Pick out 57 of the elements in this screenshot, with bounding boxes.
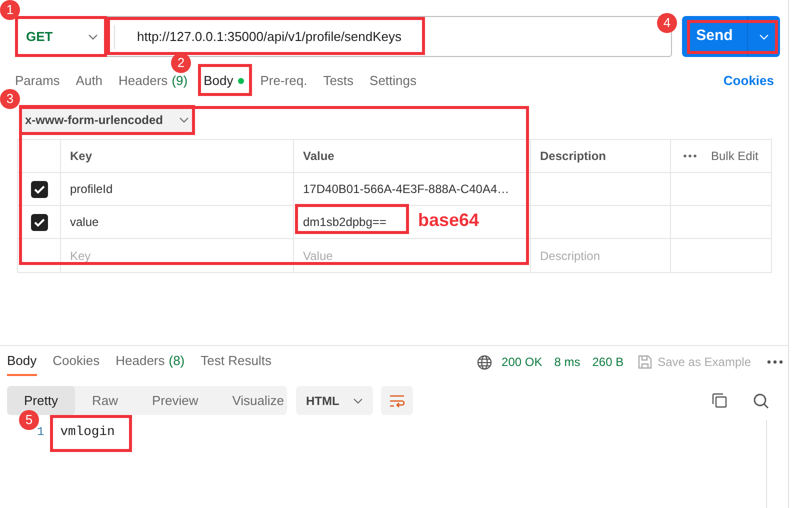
url-field[interactable]: http://127.0.0.1:35000/api/v1/profile/sendKeys: [115, 26, 402, 46]
format-dropdown[interactable]: HTML: [296, 386, 373, 415]
response-tab[interactable]: Body: [7, 348, 37, 376]
tab[interactable]: Params: [15, 71, 60, 91]
tab[interactable]: Body: [204, 71, 244, 91]
status-code: 200 OK: [502, 354, 542, 371]
check-icon: [34, 184, 44, 194]
bulk-edit-button[interactable]: Bulk Edit: [711, 147, 758, 165]
response-size: 260 B: [592, 354, 624, 371]
view-tab[interactable]: Raw: [74, 386, 135, 415]
highlight-frame: [198, 64, 252, 96]
line-number: 1: [37, 424, 44, 441]
chevron-down-icon: [759, 34, 769, 40]
step-number: 1: [0, 0, 20, 20]
tab[interactable]: Headers (9): [118, 71, 188, 91]
checkbox[interactable]: [30, 214, 48, 230]
chevron-down-icon: [88, 34, 98, 40]
copy-icon[interactable]: [712, 393, 727, 408]
table-cell-text: 17D40B01-566A-4E3F-888A-C40A4…: [303, 181, 510, 198]
wrap-lines-icon: [389, 394, 405, 408]
column-header: Description: [540, 148, 606, 165]
method-dropdown[interactable]: GET: [20, 20, 104, 53]
response-tab[interactable]: Test Results: [200, 348, 272, 376]
column-header: Value: [303, 148, 334, 165]
response-time: 8 ms: [554, 354, 580, 371]
response-tab[interactable]: Cookies: [52, 348, 100, 376]
save-icon: [638, 355, 652, 369]
table-cell-text: profileId: [70, 181, 113, 198]
tab[interactable]: Settings: [370, 71, 417, 91]
chevron-down-icon: [353, 398, 363, 404]
view-tab[interactable]: Pretty: [7, 386, 75, 415]
wrap-lines-button[interactable]: [381, 386, 413, 415]
chevron-down-icon: [179, 117, 189, 123]
tab[interactable]: Pre-req.: [260, 71, 308, 91]
table-cell-text: value: [70, 214, 99, 231]
tab[interactable]: Auth: [76, 71, 103, 91]
view-tab[interactable]: Preview: [134, 386, 216, 415]
search-icon[interactable]: [753, 392, 769, 408]
step-number: 3: [0, 89, 20, 109]
checkbox[interactable]: [30, 180, 48, 198]
more-icon[interactable]: [767, 360, 783, 364]
placeholder-text: Value: [303, 248, 333, 264]
step-number: 5: [19, 410, 39, 430]
step-number: 4: [657, 13, 677, 33]
more-icon[interactable]: [683, 154, 697, 158]
response-tab[interactable]: Headers (8): [116, 348, 185, 376]
globe-icon: [476, 354, 492, 370]
callout-label: base64: [418, 209, 480, 232]
code-line: vmlogin: [60, 423, 115, 442]
placeholder-text: Key: [70, 248, 91, 264]
cookies-link[interactable]: Cookies: [723, 71, 774, 91]
column-header: Key: [70, 148, 92, 165]
check-icon: [34, 218, 44, 226]
tab[interactable]: Tests: [323, 71, 354, 91]
table-cell-text: dm1sb2dpbg==: [303, 214, 386, 231]
step-number: 2: [171, 53, 191, 73]
placeholder-text: Description: [540, 248, 600, 264]
